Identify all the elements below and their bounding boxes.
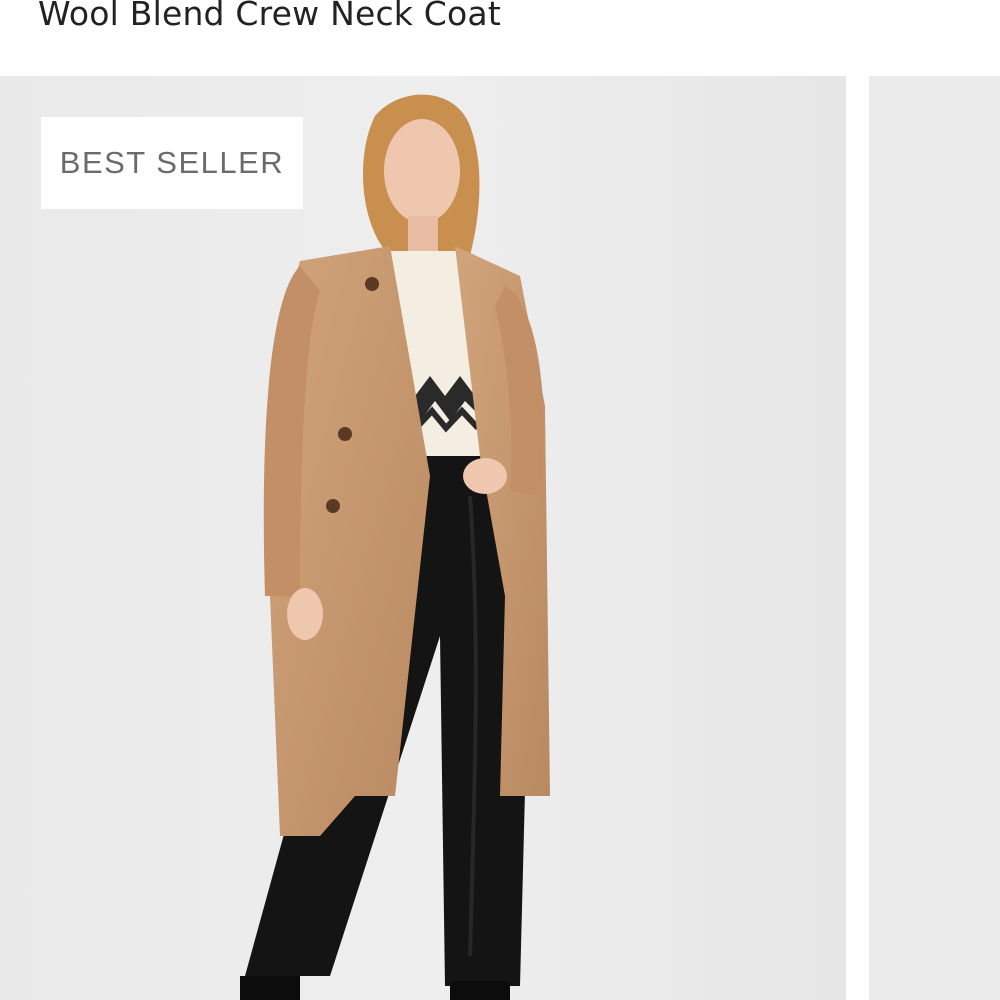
product-image-next[interactable] bbox=[869, 76, 1000, 1000]
best-seller-badge: BEST SELLER bbox=[41, 117, 303, 209]
product-image-main[interactable] bbox=[0, 76, 846, 1000]
model-illustration bbox=[0, 76, 846, 1000]
product-title: Wool Blend Crew Neck Coat bbox=[38, 0, 501, 33]
